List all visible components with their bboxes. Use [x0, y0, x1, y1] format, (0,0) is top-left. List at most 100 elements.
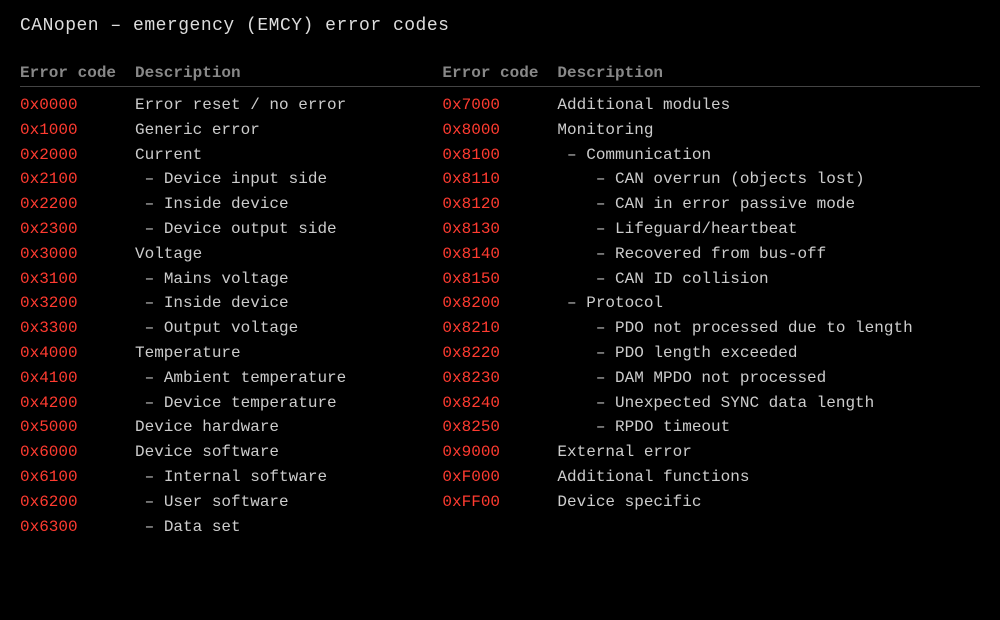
error-code: 0x8110	[442, 167, 557, 192]
error-code: 0x8240	[442, 391, 557, 416]
error-desc: – Unexpected SYNC data length	[557, 391, 980, 416]
table-row: 0x4000Temperature	[20, 341, 442, 366]
error-desc: – CAN ID collision	[557, 267, 980, 292]
error-desc: Device software	[135, 440, 442, 465]
error-code: 0x2300	[20, 217, 135, 242]
error-code: 0x8150	[442, 267, 557, 292]
table-row: 0x8100 – Communication	[442, 143, 980, 168]
table-row: 0x4200 – Device temperature	[20, 391, 442, 416]
error-desc: Error reset / no error	[135, 93, 442, 118]
error-desc: – Data set	[135, 515, 442, 540]
table-row: 0xF000Additional functions	[442, 465, 980, 490]
table-row: 0x8220 – PDO length exceeded	[442, 341, 980, 366]
error-desc: – CAN in error passive mode	[557, 192, 980, 217]
table-row: 0x8140 – Recovered from bus-off	[442, 242, 980, 267]
error-desc: – Device input side	[135, 167, 442, 192]
error-code: 0x6200	[20, 490, 135, 515]
page-title: CANopen – emergency (EMCY) error codes	[20, 16, 980, 36]
error-code: 0x2000	[20, 143, 135, 168]
error-code: 0x6300	[20, 515, 135, 540]
error-desc: – Recovered from bus-off	[557, 242, 980, 267]
error-code: 0x8210	[442, 316, 557, 341]
error-desc: – Inside device	[135, 192, 442, 217]
error-code: 0x9000	[442, 440, 557, 465]
header-desc: Description	[557, 64, 980, 82]
header-desc: Description	[135, 64, 442, 82]
table-row: 0x6100 – Internal software	[20, 465, 442, 490]
table-row: 0x3300 – Output voltage	[20, 316, 442, 341]
error-code: 0x6100	[20, 465, 135, 490]
error-desc: – Output voltage	[135, 316, 442, 341]
table-row: 0x2000Current	[20, 143, 442, 168]
error-code: 0x5000	[20, 415, 135, 440]
column-right: Error code Description 0x7000Additional …	[442, 64, 980, 539]
error-code: 0x6000	[20, 440, 135, 465]
error-desc: Generic error	[135, 118, 442, 143]
error-desc: Device specific	[557, 490, 980, 515]
table-row: 0x8110 – CAN overrun (objects lost)	[442, 167, 980, 192]
table-row: 0x6300 – Data set	[20, 515, 442, 540]
header-code: Error code	[20, 64, 135, 82]
error-code: 0x8000	[442, 118, 557, 143]
table-row: 0x8130 – Lifeguard/heartbeat	[442, 217, 980, 242]
error-desc: – RPDO timeout	[557, 415, 980, 440]
error-desc: – Inside device	[135, 291, 442, 316]
error-code: 0x2200	[20, 192, 135, 217]
error-desc: – Ambient temperature	[135, 366, 442, 391]
table-row: 0x8200 – Protocol	[442, 291, 980, 316]
table-row: 0x6200 – User software	[20, 490, 442, 515]
error-desc: – Device output side	[135, 217, 442, 242]
table-row: 0x8240 – Unexpected SYNC data length	[442, 391, 980, 416]
table-row: 0x7000Additional modules	[442, 93, 980, 118]
error-desc: – Lifeguard/heartbeat	[557, 217, 980, 242]
error-code: 0x4200	[20, 391, 135, 416]
column-left: Error code Description 0x0000Error reset…	[20, 64, 442, 539]
error-desc: – User software	[135, 490, 442, 515]
error-desc: – PDO length exceeded	[557, 341, 980, 366]
error-code: 0x8100	[442, 143, 557, 168]
error-code: 0x0000	[20, 93, 135, 118]
table-row: 0x8000Monitoring	[442, 118, 980, 143]
error-desc: – Protocol	[557, 291, 980, 316]
error-code: 0x8130	[442, 217, 557, 242]
error-code: 0x8200	[442, 291, 557, 316]
error-desc: Additional functions	[557, 465, 980, 490]
error-desc: – Communication	[557, 143, 980, 168]
error-code: 0xF000	[442, 465, 557, 490]
error-desc: – PDO not processed due to length	[557, 316, 980, 341]
table-row: 0x5000Device hardware	[20, 415, 442, 440]
error-desc: – DAM MPDO not processed	[557, 366, 980, 391]
error-code: 0x8140	[442, 242, 557, 267]
header-code: Error code	[442, 64, 557, 82]
error-desc: Monitoring	[557, 118, 980, 143]
error-code: 0x1000	[20, 118, 135, 143]
columns-container: Error code Description 0x0000Error reset…	[20, 64, 980, 539]
error-desc: Temperature	[135, 341, 442, 366]
error-desc: Current	[135, 143, 442, 168]
error-code: 0x4100	[20, 366, 135, 391]
table-body-right: 0x7000Additional modules0x8000Monitoring…	[442, 93, 980, 515]
error-code: 0x3200	[20, 291, 135, 316]
error-code: 0x8250	[442, 415, 557, 440]
error-code: 0x2100	[20, 167, 135, 192]
error-code: 0x3100	[20, 267, 135, 292]
table-row: 0x4100 – Ambient temperature	[20, 366, 442, 391]
error-code: 0x8120	[442, 192, 557, 217]
error-code: 0x7000	[442, 93, 557, 118]
table-row: 0x8250 – RPDO timeout	[442, 415, 980, 440]
error-code: 0x3000	[20, 242, 135, 267]
error-code: 0x8230	[442, 366, 557, 391]
table-header: Error code Description	[442, 64, 980, 87]
error-code: 0x8220	[442, 341, 557, 366]
error-desc: Device hardware	[135, 415, 442, 440]
table-row: 0x3100 – Mains voltage	[20, 267, 442, 292]
error-desc: Additional modules	[557, 93, 980, 118]
error-desc: – CAN overrun (objects lost)	[557, 167, 980, 192]
table-row: 0x2100 – Device input side	[20, 167, 442, 192]
table-row: 0xFF00Device specific	[442, 490, 980, 515]
error-desc: – Internal software	[135, 465, 442, 490]
table-row: 0x8150 – CAN ID collision	[442, 267, 980, 292]
error-desc: – Mains voltage	[135, 267, 442, 292]
error-desc: Voltage	[135, 242, 442, 267]
error-code: 0x4000	[20, 341, 135, 366]
